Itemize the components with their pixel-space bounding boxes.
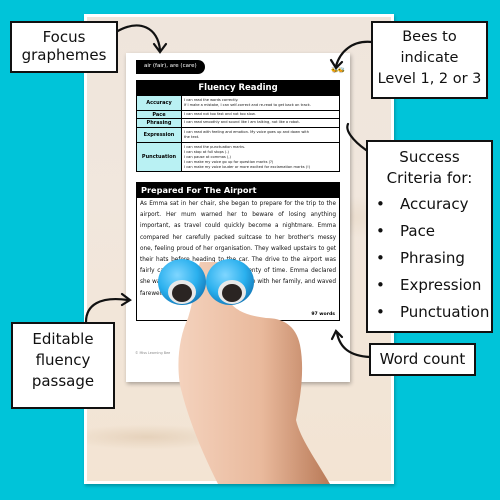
callout-bees: Bees to indicate Level 1, 2 or 3 [371,21,488,99]
criteria-label: Expression [137,128,182,142]
criteria-item: Pace [372,218,491,245]
criteria-description: I can read the words correctly. If I mak… [184,98,311,107]
criteria-label: Pace [137,111,182,118]
callout-success-criteria: Success Criteria for: Accuracy Pace Phra… [366,140,493,333]
callout-line: fluency [35,351,91,369]
criteria-description: I can read not too fast and not too slow… [184,112,256,116]
grapheme-label: air (fair), are (care) [136,60,205,74]
callout-focus-graphemes: Focus graphemes [10,21,118,73]
criteria-list: Accuracy Pace Phrasing Expression Punctu… [368,191,491,326]
fluency-passage: Prepared For The Airport As Emma sat in … [136,182,340,321]
fluency-criteria-table: Fluency Reading Accuracy I can read the … [136,80,340,172]
criteria-description: I can read the punctuation marks. I can … [184,145,311,169]
criteria-item: Expression [372,272,491,299]
criteria-item: Phrasing [372,245,491,272]
criteria-item: Accuracy [372,191,491,218]
table-row: Punctuation I can read the punctuation m… [137,142,339,171]
criteria-label: Phrasing [137,119,182,127]
fluency-table-title: Fluency Reading [137,81,339,95]
callout-title-line: Criteria for: [386,169,473,187]
callout-line: Level 1, 2 or 3 [377,71,482,88]
table-row: Accuracy I can read the words correctly.… [137,95,339,110]
criteria-label: Punctuation [137,143,182,171]
callout-word-count: Word count [369,343,476,376]
word-count: 97 words [311,312,335,317]
callout-line: passage [31,372,95,390]
bee-icons: 🐝🐝 [331,67,345,74]
table-row: Pace I can read not too fast and not too… [137,110,339,118]
callout-line: graphemes [21,46,107,64]
callout-line: Focus [42,28,86,46]
worksheet-page: air (fair), are (care) 🐝🐝 Fluency Readin… [126,53,350,382]
table-row: Phrasing I can read smoothly and sound l… [137,118,339,127]
table-row: Expression I can read with feeling and e… [137,127,339,142]
criteria-description: I can read smoothly and sound like I am … [184,120,300,124]
callout-line: Bees to [402,29,457,45]
callout-title-line: Success [399,148,460,166]
criteria-description: I can read with feeling and emotion. My … [184,130,309,139]
callout-line: indicate [400,50,459,67]
criteria-item: Punctuation [372,299,491,326]
callout-line: Editable [32,330,94,348]
callout-editable-passage: Editable fluency passage [11,322,115,409]
criteria-label: Accuracy [137,96,182,110]
passage-title: Prepared For The Airport [137,183,339,198]
copyright-text: © Miss Learning Bee [135,351,171,355]
passage-text: As Emma sat in her chair, she began to p… [140,201,336,297]
